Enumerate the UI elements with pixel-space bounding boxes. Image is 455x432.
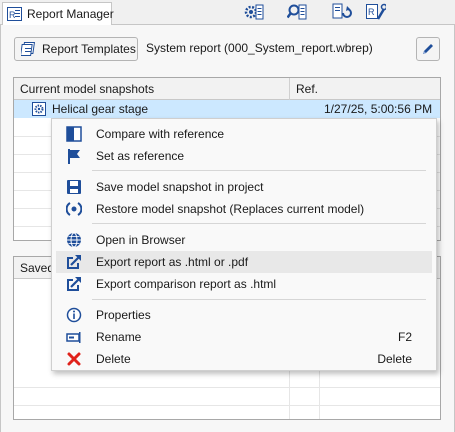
globe-icon xyxy=(67,232,81,248)
menu-item-label: Export comparison report as .html xyxy=(96,277,277,291)
menu-item-label: Set as reference xyxy=(96,149,185,163)
report-icon: R xyxy=(7,7,22,21)
report-templates-button[interactable]: Report Templates xyxy=(14,37,138,61)
column-header-snapshots[interactable]: Current model snapshots xyxy=(20,82,154,96)
menu-item-label: Export report as .html or .pdf xyxy=(96,255,249,269)
menu-item-label: Properties xyxy=(96,308,151,322)
snapshots-table-header: Current model snapshots Ref. xyxy=(14,78,440,100)
menu-item-export-report[interactable]: Export report as .html or .pdf xyxy=(56,251,432,273)
menu-item-set-as-reference[interactable]: Set as reference xyxy=(56,145,432,167)
report-settings-icon[interactable]: R xyxy=(366,3,386,21)
export-icon xyxy=(67,255,81,269)
rename-icon xyxy=(66,332,81,343)
menu-item-save-model-snapshot[interactable]: Save model snapshot in project xyxy=(56,176,432,198)
menu-item-shortcut: F2 xyxy=(397,330,412,344)
templates-icon xyxy=(21,42,35,56)
tab-title: Report Manager xyxy=(27,7,114,21)
menu-item-delete[interactable]: Delete Delete xyxy=(56,348,432,370)
view-tab-bar: R Report Manager R xyxy=(0,0,455,25)
table-row[interactable]: Helical gear stage 1/27/25, 5:00:56 PM xyxy=(14,100,440,118)
svg-text:R: R xyxy=(9,10,16,20)
menu-item-rename[interactable]: Rename F2 xyxy=(56,326,432,348)
menu-item-label: Compare with reference xyxy=(96,127,225,141)
svg-text:R: R xyxy=(368,7,375,17)
pencil-icon xyxy=(423,44,433,54)
menu-item-export-comparison-report[interactable]: Export comparison report as .html xyxy=(56,273,432,295)
compare-icon xyxy=(66,126,82,142)
info-icon xyxy=(66,307,82,323)
flag-icon xyxy=(68,149,80,164)
row-divider xyxy=(14,387,440,388)
delete-icon xyxy=(67,352,81,366)
column-separator[interactable] xyxy=(289,78,290,100)
report-name: System report (000_System_report.wbrep) xyxy=(146,41,373,55)
gear-report-icon[interactable] xyxy=(244,3,264,21)
search-report-icon[interactable] xyxy=(287,3,307,21)
row-divider xyxy=(14,405,440,406)
menu-item-label: Restore model snapshot (Replaces current… xyxy=(96,202,365,216)
restore-icon xyxy=(66,202,82,216)
save-icon xyxy=(67,180,81,194)
menu-item-label: Rename xyxy=(96,330,142,344)
menu-item-open-in-browser[interactable]: Open in Browser xyxy=(56,229,432,251)
menu-separator xyxy=(92,299,426,300)
column-header-ref[interactable]: Ref. xyxy=(296,82,318,96)
export-icon xyxy=(67,277,81,291)
gear-stage-icon xyxy=(32,102,46,116)
refresh-report-icon[interactable] xyxy=(332,3,352,21)
report-templates-label: Report Templates xyxy=(42,42,136,56)
menu-item-compare-with-reference[interactable]: Compare with reference xyxy=(56,123,432,145)
menu-item-label: Delete xyxy=(96,352,131,366)
tab-report-manager[interactable]: R Report Manager xyxy=(2,2,114,25)
column-header-saved[interactable]: Saved xyxy=(20,261,54,275)
menu-item-properties[interactable]: Properties xyxy=(56,304,432,326)
snapshot-date: 1/27/25, 5:00:56 PM xyxy=(324,102,433,116)
menu-separator xyxy=(92,170,426,171)
snapshot-name: Helical gear stage xyxy=(52,102,149,116)
menu-separator xyxy=(92,223,426,224)
menu-item-label: Save model snapshot in project xyxy=(96,180,264,194)
menu-item-restore-model-snapshot[interactable]: Restore model snapshot (Replaces current… xyxy=(56,198,432,220)
menu-item-label: Open in Browser xyxy=(96,233,186,247)
menu-item-shortcut: Delete xyxy=(377,352,412,366)
context-menu: Compare with reference Set as reference … xyxy=(51,118,437,371)
edit-report-button[interactable] xyxy=(416,37,440,61)
